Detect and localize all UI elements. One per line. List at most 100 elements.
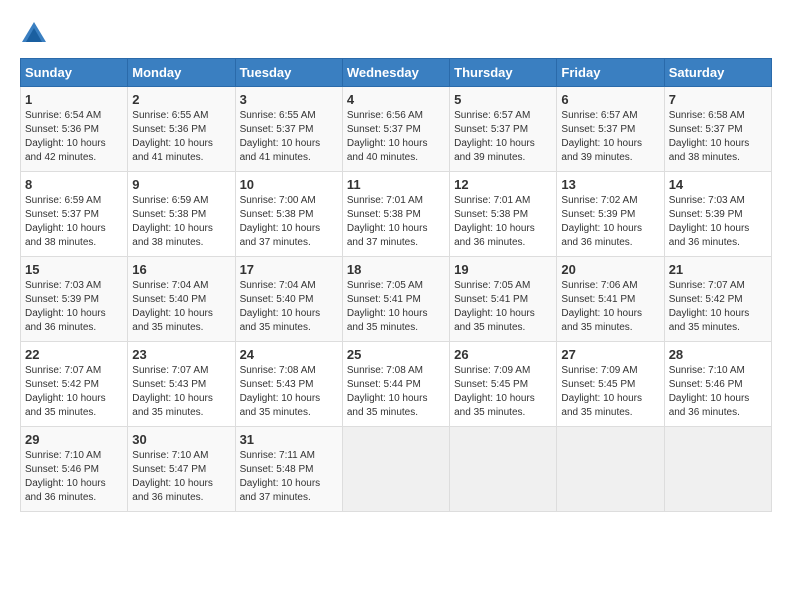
calendar-cell: 13 Sunrise: 7:02 AMSunset: 5:39 PMDaylig… [557,172,664,257]
calendar-cell: 3 Sunrise: 6:55 AMSunset: 5:37 PMDayligh… [235,87,342,172]
day-number: 6 [561,92,659,107]
day-number: 16 [132,262,230,277]
day-number: 9 [132,177,230,192]
day-info: Sunrise: 7:05 AMSunset: 5:41 PMDaylight:… [347,280,428,333]
day-number: 14 [669,177,767,192]
day-number: 10 [240,177,338,192]
calendar-cell: 19 Sunrise: 7:05 AMSunset: 5:41 PMDaylig… [450,257,557,342]
header-cell-friday: Friday [557,59,664,87]
calendar-row: 29 Sunrise: 7:10 AMSunset: 5:46 PMDaylig… [21,427,772,512]
day-info: Sunrise: 7:07 AMSunset: 5:42 PMDaylight:… [25,365,106,418]
calendar-cell [342,427,449,512]
calendar-cell: 12 Sunrise: 7:01 AMSunset: 5:38 PMDaylig… [450,172,557,257]
calendar-cell: 4 Sunrise: 6:56 AMSunset: 5:37 PMDayligh… [342,87,449,172]
logo-icon [20,20,48,48]
day-number: 22 [25,347,123,362]
logo [20,20,52,48]
day-number: 21 [669,262,767,277]
day-info: Sunrise: 7:09 AMSunset: 5:45 PMDaylight:… [561,365,642,418]
header-row: SundayMondayTuesdayWednesdayThursdayFrid… [21,59,772,87]
header-cell-saturday: Saturday [664,59,771,87]
calendar-cell: 8 Sunrise: 6:59 AMSunset: 5:37 PMDayligh… [21,172,128,257]
day-info: Sunrise: 7:11 AMSunset: 5:48 PMDaylight:… [240,450,321,503]
day-info: Sunrise: 7:08 AMSunset: 5:43 PMDaylight:… [240,365,321,418]
calendar-cell: 6 Sunrise: 6:57 AMSunset: 5:37 PMDayligh… [557,87,664,172]
day-info: Sunrise: 6:59 AMSunset: 5:37 PMDaylight:… [25,195,106,248]
day-number: 18 [347,262,445,277]
calendar-cell: 26 Sunrise: 7:09 AMSunset: 5:45 PMDaylig… [450,342,557,427]
day-info: Sunrise: 7:10 AMSunset: 5:46 PMDaylight:… [669,365,750,418]
day-number: 8 [25,177,123,192]
day-info: Sunrise: 6:55 AMSunset: 5:36 PMDaylight:… [132,110,213,163]
day-number: 4 [347,92,445,107]
day-info: Sunrise: 7:04 AMSunset: 5:40 PMDaylight:… [240,280,321,333]
calendar-cell: 11 Sunrise: 7:01 AMSunset: 5:38 PMDaylig… [342,172,449,257]
header-cell-sunday: Sunday [21,59,128,87]
day-info: Sunrise: 7:03 AMSunset: 5:39 PMDaylight:… [669,195,750,248]
day-number: 20 [561,262,659,277]
day-info: Sunrise: 7:07 AMSunset: 5:42 PMDaylight:… [669,280,750,333]
calendar-cell: 15 Sunrise: 7:03 AMSunset: 5:39 PMDaylig… [21,257,128,342]
day-number: 27 [561,347,659,362]
day-info: Sunrise: 6:58 AMSunset: 5:37 PMDaylight:… [669,110,750,163]
header-cell-tuesday: Tuesday [235,59,342,87]
calendar-cell [557,427,664,512]
page-header [20,20,772,48]
day-info: Sunrise: 6:57 AMSunset: 5:37 PMDaylight:… [561,110,642,163]
day-info: Sunrise: 7:04 AMSunset: 5:40 PMDaylight:… [132,280,213,333]
calendar-cell: 31 Sunrise: 7:11 AMSunset: 5:48 PMDaylig… [235,427,342,512]
day-info: Sunrise: 7:07 AMSunset: 5:43 PMDaylight:… [132,365,213,418]
calendar-cell: 29 Sunrise: 7:10 AMSunset: 5:46 PMDaylig… [21,427,128,512]
calendar-cell: 1 Sunrise: 6:54 AMSunset: 5:36 PMDayligh… [21,87,128,172]
day-info: Sunrise: 7:10 AMSunset: 5:46 PMDaylight:… [25,450,106,503]
calendar-cell: 30 Sunrise: 7:10 AMSunset: 5:47 PMDaylig… [128,427,235,512]
calendar-cell: 7 Sunrise: 6:58 AMSunset: 5:37 PMDayligh… [664,87,771,172]
day-number: 15 [25,262,123,277]
day-info: Sunrise: 7:01 AMSunset: 5:38 PMDaylight:… [454,195,535,248]
day-info: Sunrise: 7:05 AMSunset: 5:41 PMDaylight:… [454,280,535,333]
day-info: Sunrise: 7:06 AMSunset: 5:41 PMDaylight:… [561,280,642,333]
day-number: 7 [669,92,767,107]
calendar-cell: 14 Sunrise: 7:03 AMSunset: 5:39 PMDaylig… [664,172,771,257]
calendar-cell: 25 Sunrise: 7:08 AMSunset: 5:44 PMDaylig… [342,342,449,427]
calendar-cell: 27 Sunrise: 7:09 AMSunset: 5:45 PMDaylig… [557,342,664,427]
day-number: 31 [240,432,338,447]
day-number: 30 [132,432,230,447]
day-info: Sunrise: 6:54 AMSunset: 5:36 PMDaylight:… [25,110,106,163]
day-number: 26 [454,347,552,362]
day-number: 17 [240,262,338,277]
day-number: 24 [240,347,338,362]
calendar-cell: 23 Sunrise: 7:07 AMSunset: 5:43 PMDaylig… [128,342,235,427]
header-cell-thursday: Thursday [450,59,557,87]
calendar-cell: 9 Sunrise: 6:59 AMSunset: 5:38 PMDayligh… [128,172,235,257]
calendar-header: SundayMondayTuesdayWednesdayThursdayFrid… [21,59,772,87]
calendar-row: 15 Sunrise: 7:03 AMSunset: 5:39 PMDaylig… [21,257,772,342]
day-number: 29 [25,432,123,447]
calendar-cell: 18 Sunrise: 7:05 AMSunset: 5:41 PMDaylig… [342,257,449,342]
day-number: 28 [669,347,767,362]
calendar-cell: 20 Sunrise: 7:06 AMSunset: 5:41 PMDaylig… [557,257,664,342]
calendar-cell: 5 Sunrise: 6:57 AMSunset: 5:37 PMDayligh… [450,87,557,172]
header-cell-wednesday: Wednesday [342,59,449,87]
day-number: 2 [132,92,230,107]
day-number: 3 [240,92,338,107]
calendar-cell: 22 Sunrise: 7:07 AMSunset: 5:42 PMDaylig… [21,342,128,427]
day-info: Sunrise: 7:02 AMSunset: 5:39 PMDaylight:… [561,195,642,248]
day-info: Sunrise: 6:55 AMSunset: 5:37 PMDaylight:… [240,110,321,163]
day-number: 11 [347,177,445,192]
day-info: Sunrise: 7:08 AMSunset: 5:44 PMDaylight:… [347,365,428,418]
day-info: Sunrise: 7:01 AMSunset: 5:38 PMDaylight:… [347,195,428,248]
calendar-row: 8 Sunrise: 6:59 AMSunset: 5:37 PMDayligh… [21,172,772,257]
day-info: Sunrise: 7:09 AMSunset: 5:45 PMDaylight:… [454,365,535,418]
day-number: 13 [561,177,659,192]
calendar-cell [664,427,771,512]
calendar-cell: 16 Sunrise: 7:04 AMSunset: 5:40 PMDaylig… [128,257,235,342]
day-number: 1 [25,92,123,107]
calendar-cell: 28 Sunrise: 7:10 AMSunset: 5:46 PMDaylig… [664,342,771,427]
calendar-body: 1 Sunrise: 6:54 AMSunset: 5:36 PMDayligh… [21,87,772,512]
day-info: Sunrise: 7:00 AMSunset: 5:38 PMDaylight:… [240,195,321,248]
calendar-cell: 24 Sunrise: 7:08 AMSunset: 5:43 PMDaylig… [235,342,342,427]
calendar-table: SundayMondayTuesdayWednesdayThursdayFrid… [20,58,772,512]
day-info: Sunrise: 7:10 AMSunset: 5:47 PMDaylight:… [132,450,213,503]
day-info: Sunrise: 6:56 AMSunset: 5:37 PMDaylight:… [347,110,428,163]
